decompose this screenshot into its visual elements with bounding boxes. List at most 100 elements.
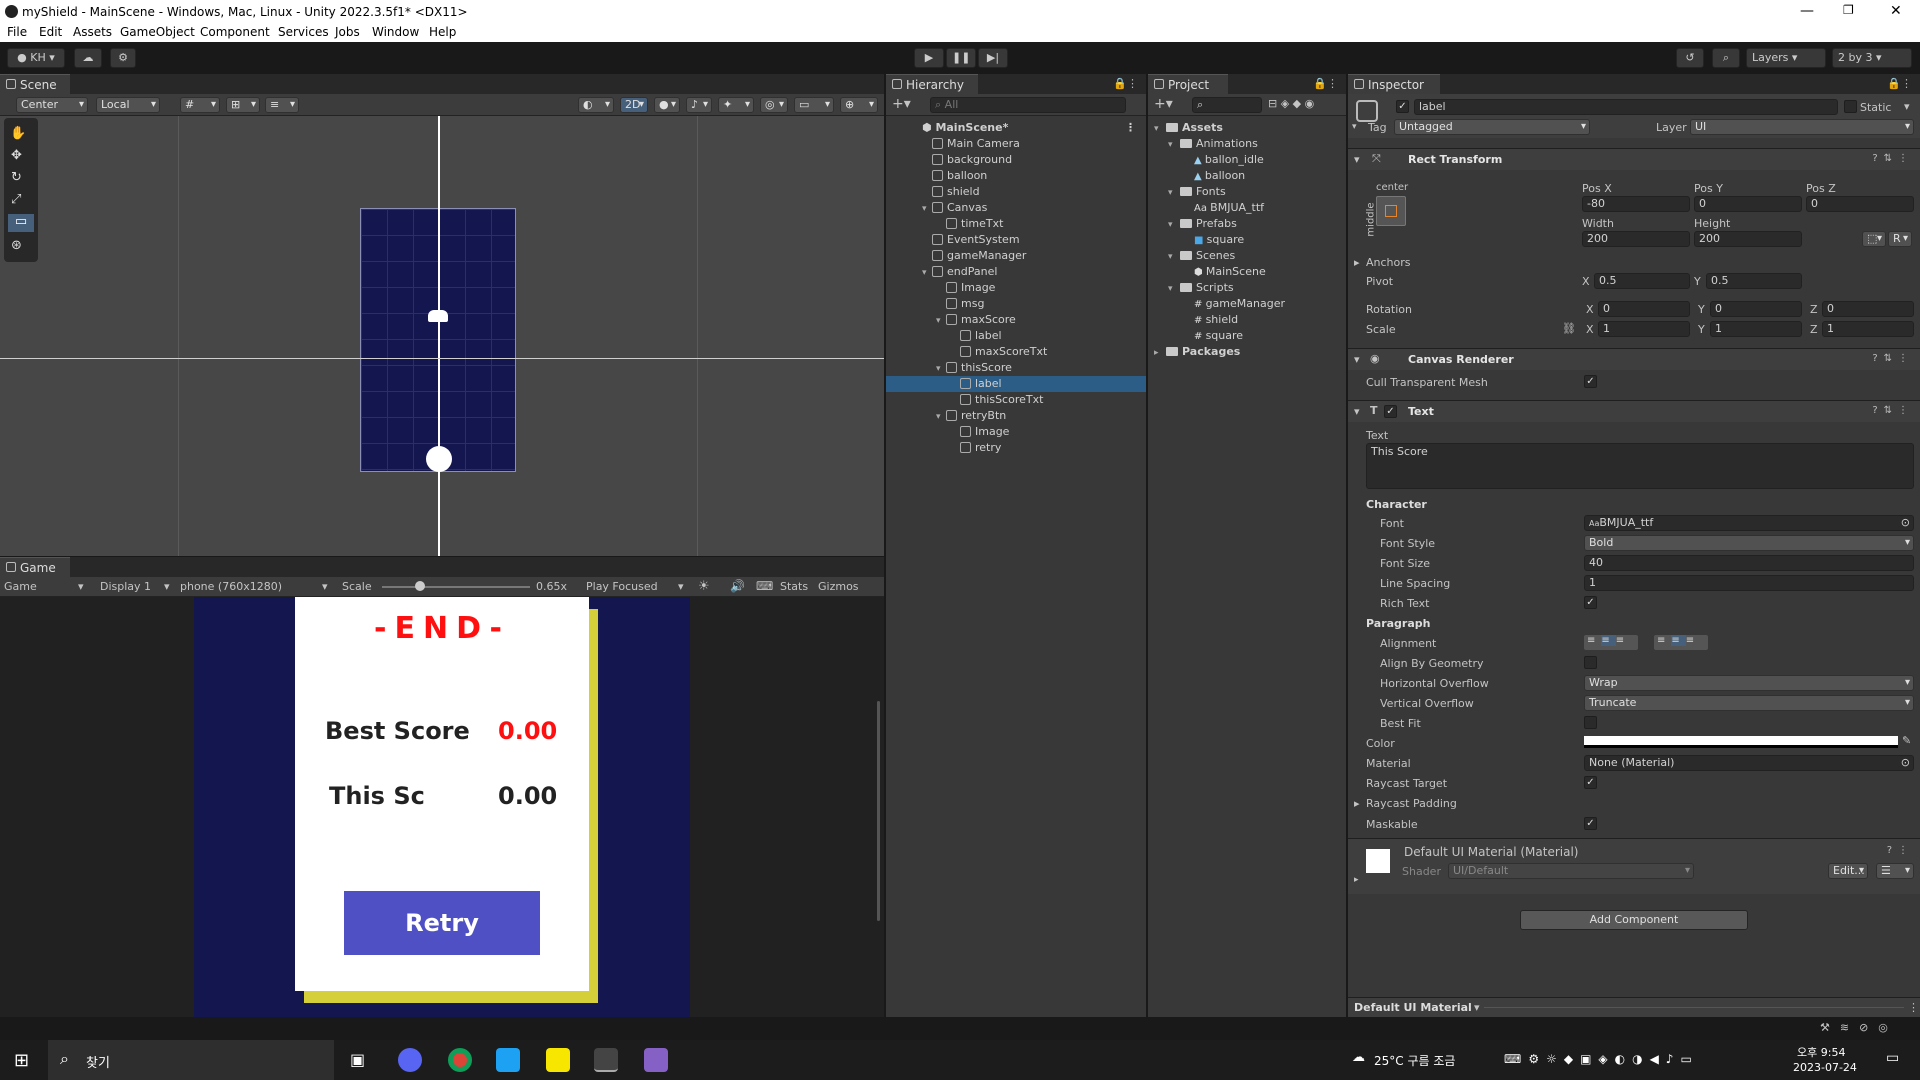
menu-edit[interactable]: Edit [39,25,62,39]
rect-tool-icon[interactable]: ▭ [8,214,34,232]
edit-shader-button[interactable]: Edit... [1828,863,1868,879]
hierarchy-item[interactable]: ▾ maxScore [886,312,1146,328]
create-plus-icon[interactable]: +▾ [892,96,911,112]
raw-edit-button[interactable]: R [1888,231,1912,247]
project-item[interactable]: # square [1148,328,1346,344]
width-field[interactable]: 200 [1582,231,1690,247]
bird-app-icon[interactable] [496,1048,520,1072]
project-item[interactable]: ▾ Assets [1148,120,1346,136]
line-spacing-field[interactable]: 1 [1584,575,1914,591]
hierarchy-item[interactable]: Image [886,424,1146,440]
status-icons[interactable]: ⚒≋⊘◎ [1820,1021,1898,1034]
pivot-y-field[interactable]: 0.5 [1706,273,1802,289]
menu-component[interactable]: Component [200,25,270,39]
visual-studio-icon[interactable] [644,1048,668,1072]
project-item[interactable]: ▾ Prefabs [1148,216,1346,232]
task-view-icon[interactable]: ▣ [350,1050,365,1069]
maximize-icon[interactable]: ❐ [1843,3,1854,17]
foldout-arrow-icon[interactable]: ▾ [936,313,946,329]
hierarchy-item[interactable]: ▾ Canvas [886,200,1146,216]
hierarchy-item[interactable]: gameManager [886,248,1146,264]
kakaotalk-icon[interactable] [546,1048,570,1072]
audio-icon[interactable]: ♪ [686,97,712,113]
keyboard-icon[interactable]: ⌨ [756,579,773,593]
mute-icon[interactable]: 🔊 [730,579,745,593]
material-field[interactable]: None (Material) ⊙ [1584,755,1914,771]
posy-field[interactable]: 0 [1694,196,1802,212]
object-picker-icon[interactable]: ⊙ [1901,516,1910,530]
cloud-icon[interactable]: ☁ [74,48,102,68]
eyedropper-icon[interactable]: ✎ [1902,734,1911,747]
hand-tool-icon[interactable]: ✋ [10,126,26,141]
foldout-arrow-icon[interactable]: ▸ [1154,345,1166,361]
canvas-renderer-header[interactable]: ▾ ◉ Canvas Renderer ?⇅⋮ [1348,348,1920,370]
blueprint-mode-button[interactable]: ⬚ [1862,231,1886,247]
foldout-arrow-icon[interactable]: ▾ [1168,185,1180,201]
hierarchy-item[interactable]: EventSystem [886,232,1146,248]
font-field[interactable]: AaBMJUA_ttf ⊙ [1584,515,1914,531]
rotate-tool-icon[interactable]: ↻ [11,170,22,185]
unity-taskbar-icon[interactable] [594,1048,618,1072]
shader-options-dropdown[interactable]: ☰ [1876,863,1914,879]
cull-mesh-checkbox[interactable]: ✓ [1584,375,1597,388]
component-menu-icons[interactable]: ?⋮ [1887,845,1914,856]
increment-snap-dropdown[interactable]: ≡ [265,97,299,113]
create-plus-icon[interactable]: +▾ [1154,96,1173,112]
posx-field[interactable]: -80 [1582,196,1690,212]
hierarchy-search-input[interactable]: ⌕ All [930,97,1126,113]
hierarchy-item[interactable]: label [886,328,1146,344]
rot-x-field[interactable]: 0 [1598,301,1690,317]
stats-button[interactable]: Stats [780,580,808,593]
align-geometry-checkbox[interactable] [1584,656,1597,669]
discord-icon[interactable] [398,1048,422,1072]
foldout-arrow-icon[interactable]: ▾ [1154,121,1166,137]
foldout-arrow-icon[interactable]: ▾ [922,201,932,217]
scale-tool-icon[interactable]: ⤢ [11,192,21,207]
hierarchy-item[interactable]: Image [886,280,1146,296]
vertical-overflow-dropdown[interactable]: Truncate [1584,695,1914,711]
more-icon[interactable]: ⋮ [1125,120,1136,136]
hierarchy-item[interactable]: thisScoreTxt [886,392,1146,408]
object-picker-icon[interactable]: ⊙ [1901,756,1910,770]
notification-icon[interactable]: ▭ [1886,1050,1899,1066]
menu-gameobject[interactable]: GameObject [120,25,195,39]
scale-slider-thumb[interactable] [415,581,425,591]
project-item[interactable]: # shield [1148,312,1346,328]
hierarchy-item[interactable]: ▾ retryBtn [886,408,1146,424]
move-tool-icon[interactable]: ✥ [11,148,22,163]
foldout-arrow-icon[interactable]: ▾ [922,265,932,281]
more-icon[interactable]: ⋮ [1908,1001,1919,1014]
scale-z-field[interactable]: 1 [1822,321,1914,337]
project-item[interactable]: Aa BMJUA_ttf [1148,200,1346,216]
hierarchy-item[interactable]: Main Camera [886,136,1146,152]
link-scale-icon[interactable]: ⛓ [1562,322,1576,335]
rect-transform-header[interactable]: ▾ ⤧ Rect Transform ?⇅⋮ [1348,148,1920,170]
scale-x-field[interactable]: 1 [1598,321,1690,337]
pivot-x-field[interactable]: 0.5 [1594,273,1690,289]
hierarchy-item[interactable]: ▾ endPanel [886,264,1146,280]
component-menu-icons[interactable]: ?⇅⋮ [1872,405,1914,416]
component-menu-icons[interactable]: ?⇅⋮ [1872,153,1914,164]
foldout-arrow-icon[interactable]: ▾ [936,409,946,425]
material-foldout-icon[interactable]: ▸ [1354,875,1359,885]
anchor-preset-button[interactable] [1376,196,1406,226]
hierarchy-item[interactable]: label [886,376,1146,392]
menu-jobs[interactable]: Jobs [335,25,360,39]
hierarchy-item[interactable]: timeTxt [886,216,1146,232]
raycast-padding-foldout-icon[interactable]: ▸ [1354,797,1360,810]
menu-window[interactable]: Window [372,25,419,39]
foldout-arrow-icon[interactable]: ▾ [1354,153,1360,166]
game-viewport[interactable]: -END- Best Score 0.00 This Sc 0.00 Retry [194,597,690,1017]
grid-toggle-dropdown[interactable]: ⊞ [226,97,260,113]
height-field[interactable]: 200 [1694,231,1802,247]
hierarchy-item[interactable]: retry [886,440,1146,456]
project-item[interactable]: # gameManager [1148,296,1346,312]
lock-icon[interactable]: 🔒⋮ [1313,77,1338,90]
gizmos-dropdown[interactable]: ⊕ [840,97,878,113]
static-dropdown-icon[interactable]: ▾ [1904,100,1910,113]
gizmos-button[interactable]: Gizmos [818,580,859,593]
account-button[interactable]: ● KH ▾ [7,48,65,68]
menu-file[interactable]: File [7,25,27,39]
draw-mode-dropdown[interactable]: ◐ [578,97,614,113]
pause-button[interactable]: ❚❚ [946,48,976,68]
